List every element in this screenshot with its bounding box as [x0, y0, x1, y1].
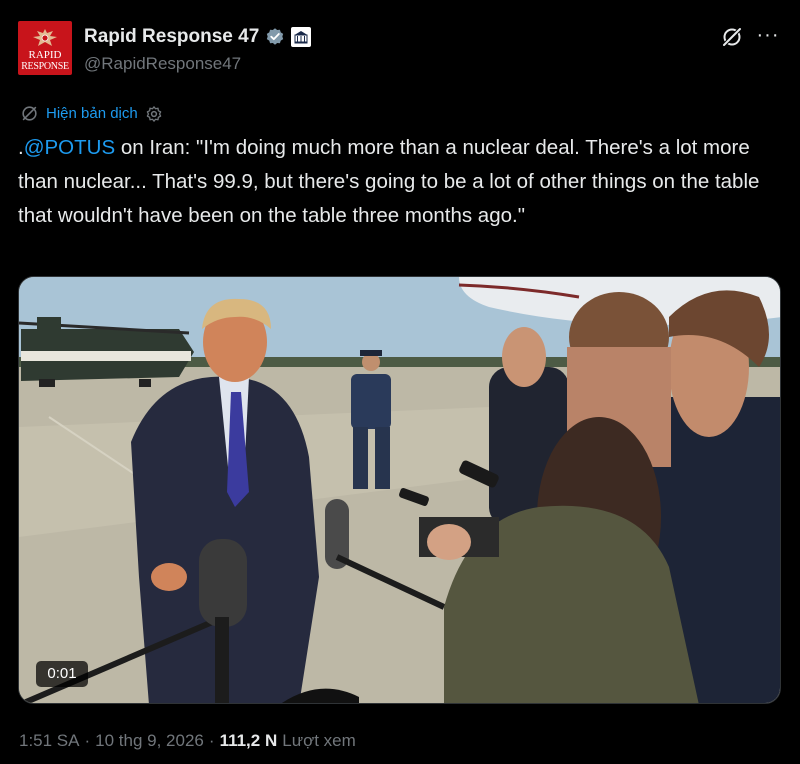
- views-label: Lượt xem: [282, 731, 356, 750]
- video-player[interactable]: [18, 276, 781, 704]
- video-thumbnail: [19, 277, 780, 703]
- author-display-name[interactable]: Rapid Response 47: [84, 26, 259, 48]
- tweet-meta: 1:51 SA · 10 thg 9, 2026 · 111,2 N Lượt …: [19, 731, 356, 751]
- grok-icon[interactable]: [720, 25, 744, 49]
- meta-separator: ·: [208, 731, 215, 750]
- eagle-seal-icon: [33, 29, 57, 46]
- views-count: 111,2 N: [219, 731, 278, 750]
- author-avatar[interactable]: RAPID RESPONSE: [18, 21, 72, 75]
- tweet-date[interactable]: 10 thg 9, 2026: [95, 731, 204, 751]
- video-duration: 0:01: [36, 661, 88, 687]
- gear-icon[interactable]: [145, 105, 163, 123]
- tweet-body: on Iran: "I'm doing much more than a nuc…: [18, 136, 760, 227]
- verified-check-icon[interactable]: [265, 27, 285, 47]
- author-handle[interactable]: @RapidResponse47: [84, 54, 241, 74]
- translate-icon: [22, 106, 37, 121]
- author-name-row: Rapid Response 47: [84, 26, 312, 48]
- more-options-icon[interactable]: ···: [756, 25, 780, 48]
- tweet-time[interactable]: 1:51 SA: [19, 731, 80, 751]
- mention-link[interactable]: @POTUS: [24, 136, 115, 159]
- tweet-text: .@POTUS on Iran: "I'm doing much more th…: [18, 131, 788, 233]
- avatar-text-line1: RAPID: [28, 49, 62, 61]
- show-translation-label[interactable]: Hiện bản dịch: [46, 105, 138, 122]
- white-house-seal-icon[interactable]: [291, 27, 312, 47]
- meta-separator: ·: [84, 731, 91, 750]
- show-translation-link[interactable]: Hiện bản dịch: [20, 104, 163, 123]
- avatar-text-line2: RESPONSE: [21, 61, 69, 72]
